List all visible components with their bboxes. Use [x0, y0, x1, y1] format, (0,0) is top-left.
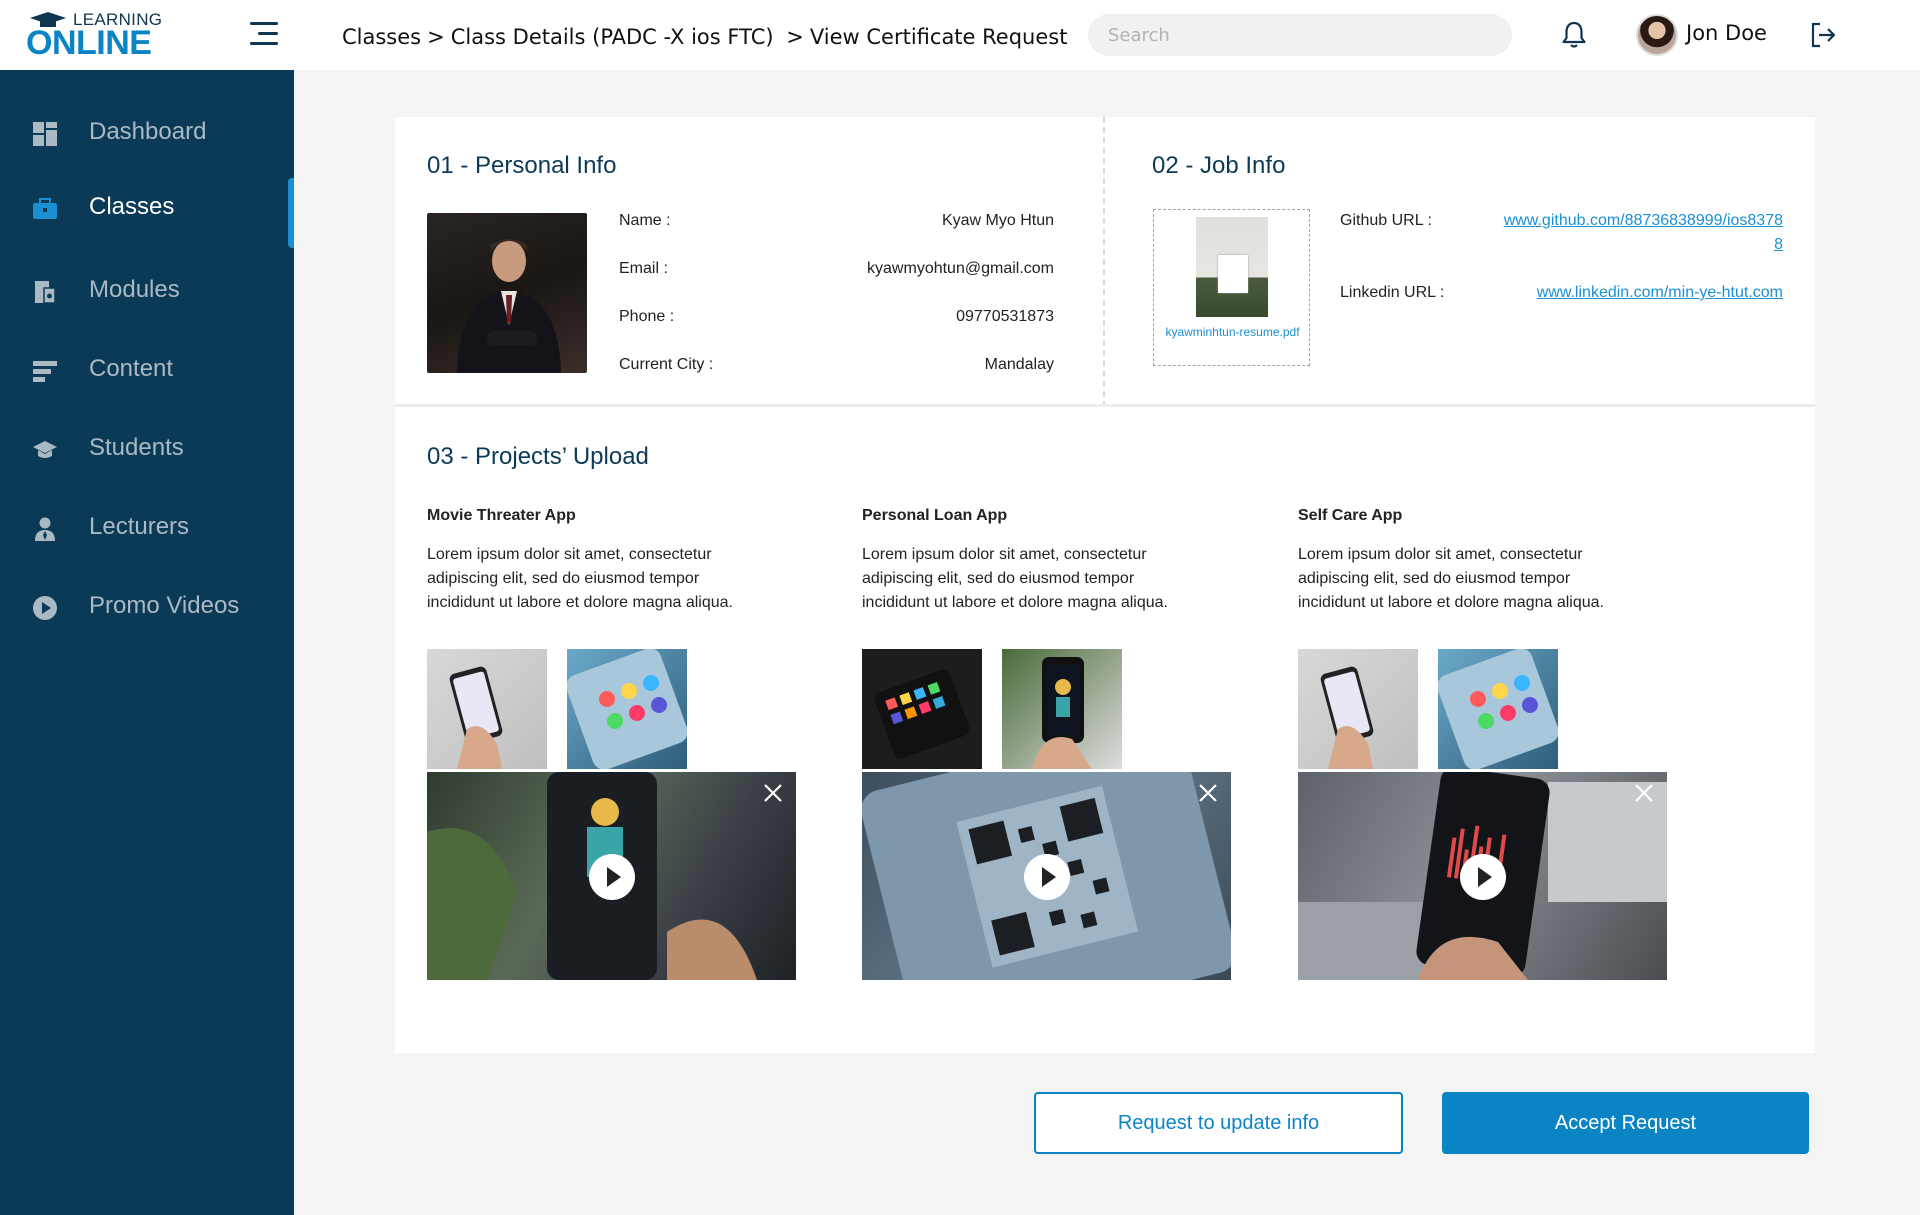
- logout-icon[interactable]: [1808, 20, 1838, 50]
- resume-file-name: kyawminhtun-resume.pdf: [1165, 325, 1300, 339]
- project-screenshot[interactable]: [1002, 649, 1122, 769]
- play-button[interactable]: [589, 854, 635, 900]
- field-label-name: Name :: [619, 212, 671, 229]
- sidebar-item-dashboard[interactable]: Dashboard: [0, 103, 294, 163]
- search-input[interactable]: [1088, 14, 1512, 56]
- resume-file[interactable]: kyawminhtun-resume.pdf: [1153, 209, 1310, 366]
- top-bar: LEARNING ONLINE Classes > Class Details (P…: [0, 0, 1920, 70]
- github-link[interactable]: www.github.com/88736838999/ios83788: [1503, 209, 1783, 257]
- play-button[interactable]: [1024, 854, 1070, 900]
- field-value-email: kyawmyohtun@gmail.com: [867, 260, 1054, 277]
- dashboard-icon: [33, 122, 57, 146]
- project-screenshot[interactable]: [1438, 649, 1558, 769]
- menu-toggle-icon[interactable]: [250, 22, 278, 48]
- project-screenshot[interactable]: [567, 649, 687, 769]
- accept-request-button[interactable]: Accept Request: [1442, 1092, 1809, 1154]
- sidebar-item-label: Lecturers: [89, 513, 190, 540]
- linkedin-label: Linkedin URL :: [1340, 284, 1445, 301]
- resume-thumbnail: [1196, 217, 1268, 317]
- sidebar: Dashboard Classes Modules Content Studen…: [0, 70, 294, 1215]
- project-screenshot[interactable]: [862, 649, 982, 769]
- modules-icon: [35, 281, 56, 304]
- project-video[interactable]: [427, 772, 796, 980]
- github-label: Github URL :: [1340, 212, 1432, 229]
- sidebar-item-modules[interactable]: Modules: [0, 261, 294, 321]
- project-screenshot[interactable]: [427, 649, 547, 769]
- project-name: Self Care App: [1298, 507, 1403, 524]
- breadcrumb-classes[interactable]: Classes: [342, 25, 421, 49]
- field-label-email: Email :: [619, 260, 668, 277]
- linkedin-link[interactable]: www.linkedin.com/min-ye-htut.com: [1503, 281, 1783, 305]
- project-video[interactable]: [1298, 772, 1667, 980]
- active-indicator: [288, 178, 294, 248]
- graduation-cap-icon: [33, 441, 57, 458]
- project-card: Movie Threater App Lorem ipsum dolor sit…: [427, 507, 807, 980]
- sidebar-item-label: Students: [89, 434, 184, 461]
- content-icon: [33, 361, 57, 382]
- profile-photo: [427, 213, 587, 373]
- breadcrumb-current: View Certificate Request: [809, 25, 1068, 49]
- field-value-name: Kyaw Myo Htun: [941, 212, 1054, 229]
- project-screenshot[interactable]: [1298, 649, 1418, 769]
- close-icon[interactable]: [1633, 782, 1655, 804]
- sidebar-item-label: Dashboard: [89, 118, 207, 145]
- avatar[interactable]: [1636, 14, 1678, 56]
- breadcrumb: Classes > Class Details (PADC -X ios FTC) …: [342, 25, 1073, 49]
- play-button[interactable]: [1460, 854, 1506, 900]
- sidebar-item-content[interactable]: Content: [0, 340, 294, 400]
- sidebar-item-label: Content: [89, 355, 174, 382]
- sidebar-item-students[interactable]: Students: [0, 419, 294, 479]
- project-description: Lorem ipsum dolor sit amet, consectetur …: [862, 546, 1168, 611]
- logo-big-text: ONLINE: [26, 24, 152, 62]
- close-icon[interactable]: [762, 782, 784, 804]
- project-description: Lorem ipsum dolor sit amet, consectetur …: [427, 546, 733, 611]
- sidebar-item-promo-videos[interactable]: Promo Videos: [0, 577, 294, 637]
- bell-icon[interactable]: [1560, 20, 1588, 50]
- sidebar-item-label: Modules: [89, 276, 180, 303]
- field-label-city: Current City :: [619, 356, 714, 373]
- sidebar-item-label: Classes: [89, 193, 175, 220]
- project-description: Lorem ipsum dolor sit amet, consectetur …: [1298, 546, 1604, 611]
- project-name: Personal Loan App: [862, 507, 1008, 524]
- sidebar-item-classes[interactable]: Classes: [0, 178, 294, 248]
- user-name[interactable]: Jon Doe: [1686, 21, 1767, 45]
- breadcrumb-separator: >: [427, 25, 445, 49]
- breadcrumb-separator: >: [786, 25, 804, 49]
- projects-title: 03 - Projects’ Upload: [427, 443, 649, 470]
- sidebar-item-lecturers[interactable]: Lecturers: [0, 498, 294, 558]
- project-video[interactable]: [862, 772, 1231, 980]
- close-icon[interactable]: [1197, 782, 1219, 804]
- lecturer-icon: [35, 517, 55, 541]
- briefcase-icon: [33, 198, 57, 219]
- project-card: Self Care App Lorem ipsum dolor sit amet…: [1298, 507, 1678, 980]
- section-divider: [395, 404, 1815, 407]
- job-info-title: 02 - Job Info: [1152, 152, 1286, 179]
- field-value-phone: 09770531873: [956, 308, 1054, 325]
- section-divider: [1103, 117, 1105, 407]
- request-update-button[interactable]: Request to update info: [1034, 1092, 1403, 1154]
- personal-info-title: 01 - Personal Info: [427, 152, 617, 179]
- project-name: Movie Threater App: [427, 507, 576, 524]
- project-card: Personal Loan App Lorem ipsum dolor sit …: [862, 507, 1242, 980]
- breadcrumb-class-details[interactable]: Class Details (PADC -X ios FTC): [451, 25, 774, 49]
- certificate-request-card: 01 - Personal Info Name : Kyaw Myo Htun …: [395, 117, 1815, 1053]
- play-circle-icon: [33, 596, 57, 620]
- app-logo[interactable]: LEARNING ONLINE: [26, 10, 176, 62]
- field-label-phone: Phone :: [619, 308, 675, 325]
- field-value-city: Mandalay: [984, 356, 1054, 373]
- sidebar-item-label: Promo Videos: [89, 592, 240, 619]
